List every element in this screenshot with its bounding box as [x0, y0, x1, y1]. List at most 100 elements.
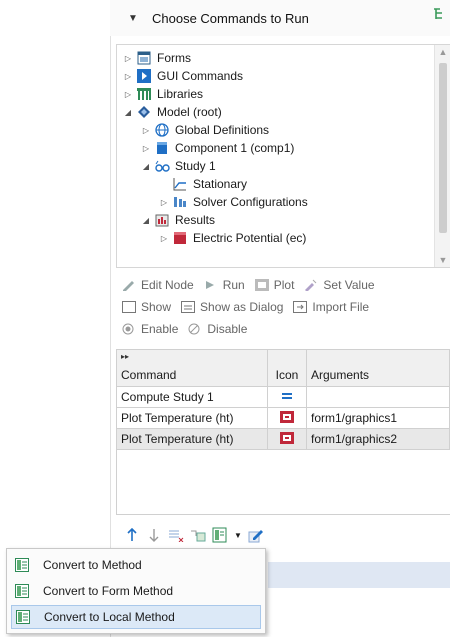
icon-cell[interactable]	[267, 407, 307, 429]
form-method-icon	[15, 584, 29, 598]
edit-icon[interactable]	[248, 527, 264, 543]
menu-item-convert-to-method[interactable]: Convert to Method	[11, 553, 261, 577]
tree-item-label: Global Definitions	[175, 123, 270, 137]
table-row[interactable]: Compute Study 1	[116, 386, 450, 408]
run-button[interactable]: Run	[204, 278, 245, 292]
tree-item-label: Solver Configurations	[193, 195, 308, 209]
tree-item-label: Component 1 (comp1)	[175, 141, 295, 155]
arguments-cell[interactable]	[306, 386, 450, 408]
plot-label: Plot	[273, 278, 295, 292]
column-header-command[interactable]: ▸▸ Command	[116, 349, 268, 387]
enable-toolbar: Enable Disable	[122, 322, 257, 336]
edit-node-label: Edit Node	[141, 278, 194, 292]
import-file-icon	[293, 301, 308, 313]
tree-scrollbar[interactable]: ▲ ▼	[434, 45, 450, 267]
menu-item-convert-to-local-method[interactable]: Convert to Local Method	[11, 605, 261, 629]
tree-item-model-root[interactable]: ◢ Model (root)	[123, 103, 222, 121]
show-as-dialog-button[interactable]: Show as Dialog	[181, 300, 283, 314]
column-header-icon[interactable]: Icon	[267, 349, 307, 387]
menu-item-label: Convert to Method	[43, 558, 142, 572]
arguments-cell[interactable]: form1/graphics1	[306, 407, 450, 429]
command-tree[interactable]: ▷ Forms ▷ GUI Commands ▷ Libraries ◢ Mod…	[116, 44, 450, 268]
collapse-icon[interactable]: ◢	[141, 162, 151, 171]
show-label: Show	[141, 300, 172, 314]
show-toolbar: Show Show as Dialog Import File	[122, 300, 379, 314]
tree-item-solver-configurations[interactable]: ▷ Solver Configurations	[159, 193, 308, 211]
tree-item-label: Stationary	[193, 177, 248, 191]
libraries-icon	[137, 87, 151, 101]
move-up-icon[interactable]	[124, 527, 140, 543]
plot-icon	[280, 410, 294, 426]
convert-method-icon[interactable]	[212, 527, 228, 543]
commands-table[interactable]: ▸▸ Command Icon Arguments Compute Study …	[116, 349, 450, 450]
set-value-label: Set Value	[323, 278, 375, 292]
disable-button[interactable]: Disable	[188, 322, 247, 336]
run-label: Run	[222, 278, 245, 292]
tree-item-label: Forms	[157, 51, 191, 65]
import-file-button[interactable]: Import File	[293, 300, 369, 314]
edit-node-icon	[122, 279, 136, 292]
header-label: Command	[121, 368, 177, 382]
tree-item-label: Results	[175, 213, 216, 227]
enable-button[interactable]: Enable	[122, 322, 178, 336]
header-label: Icon	[275, 368, 299, 382]
edit-node-button[interactable]: Edit Node	[122, 278, 194, 292]
expand-icon[interactable]: ▷	[123, 54, 133, 63]
local-method-icon	[16, 610, 30, 624]
results-icon	[155, 213, 169, 227]
tree-item-electric-potential[interactable]: ▷ Electric Potential (ec)	[159, 229, 306, 247]
compute-icon	[281, 390, 293, 404]
column-header-arguments[interactable]: Arguments	[306, 349, 450, 387]
move-down-icon[interactable]	[146, 527, 162, 543]
plot-icon	[254, 279, 269, 291]
collapse-icon[interactable]: ◢	[123, 108, 133, 117]
component-icon	[155, 141, 169, 155]
command-cell[interactable]: Compute Study 1	[116, 386, 268, 408]
tree-item-forms[interactable]: ▷ Forms	[123, 49, 191, 67]
enable-icon	[122, 323, 136, 335]
tree-item-libraries[interactable]: ▷ Libraries	[123, 85, 203, 103]
show-as-dialog-label: Show as Dialog	[200, 300, 284, 314]
expand-icon[interactable]: ▷	[159, 198, 169, 207]
table-row[interactable]: Plot Temperature (ht) form1/graphics1	[116, 407, 450, 429]
dropdown-arrow-icon[interactable]: ▼	[234, 527, 242, 543]
section-header-choose-commands[interactable]: ▼ Choose Commands to Run	[110, 0, 450, 36]
set-value-button[interactable]: Set Value	[304, 278, 375, 292]
tree-item-results[interactable]: ◢ Results	[141, 211, 215, 229]
model-icon	[137, 105, 151, 119]
context-menu[interactable]: Convert to Method Convert to Form Method…	[6, 548, 266, 634]
expand-icon[interactable]: ▷	[123, 90, 133, 99]
study-icon	[155, 159, 170, 173]
plot-button[interactable]: Plot	[254, 278, 295, 292]
stationary-icon	[173, 177, 187, 191]
tree-item-component[interactable]: ▷ Component 1 (comp1)	[141, 139, 294, 157]
run-icon	[204, 279, 218, 291]
expand-icon[interactable]: ▷	[123, 72, 133, 81]
tree-item-study[interactable]: ◢ Study 1	[141, 157, 216, 175]
expand-icon[interactable]: ▷	[141, 126, 151, 135]
icon-cell[interactable]	[267, 386, 307, 408]
collapse-icon[interactable]: ◢	[141, 216, 151, 225]
tree-item-stationary[interactable]: Stationary	[173, 175, 247, 193]
forms-icon	[137, 51, 151, 65]
scrollbar-thumb[interactable]	[439, 63, 447, 233]
disable-icon	[188, 323, 202, 335]
extract-icon[interactable]	[190, 527, 206, 543]
move-column-icon: ▸▸	[121, 352, 130, 361]
globe-icon	[155, 123, 169, 137]
plot-icon	[280, 431, 294, 447]
scroll-down-icon[interactable]: ▼	[435, 255, 450, 265]
plot-group-icon	[173, 231, 187, 245]
gui-commands-icon	[137, 69, 151, 83]
tree-item-gui-commands[interactable]: ▷ GUI Commands	[123, 67, 243, 85]
expand-icon[interactable]: ▷	[159, 234, 169, 243]
dialog-icon	[181, 301, 196, 313]
delete-rows-icon[interactable]	[168, 527, 184, 543]
set-value-icon	[304, 279, 318, 292]
show-button[interactable]: Show	[122, 300, 171, 314]
command-cell[interactable]: Plot Temperature (ht)	[116, 407, 268, 429]
expand-icon[interactable]: ▷	[141, 144, 151, 153]
tree-item-global-definitions[interactable]: ▷ Global Definitions	[141, 121, 269, 139]
scroll-up-icon[interactable]: ▲	[435, 47, 450, 57]
menu-item-convert-to-form-method[interactable]: Convert to Form Method	[11, 579, 261, 603]
